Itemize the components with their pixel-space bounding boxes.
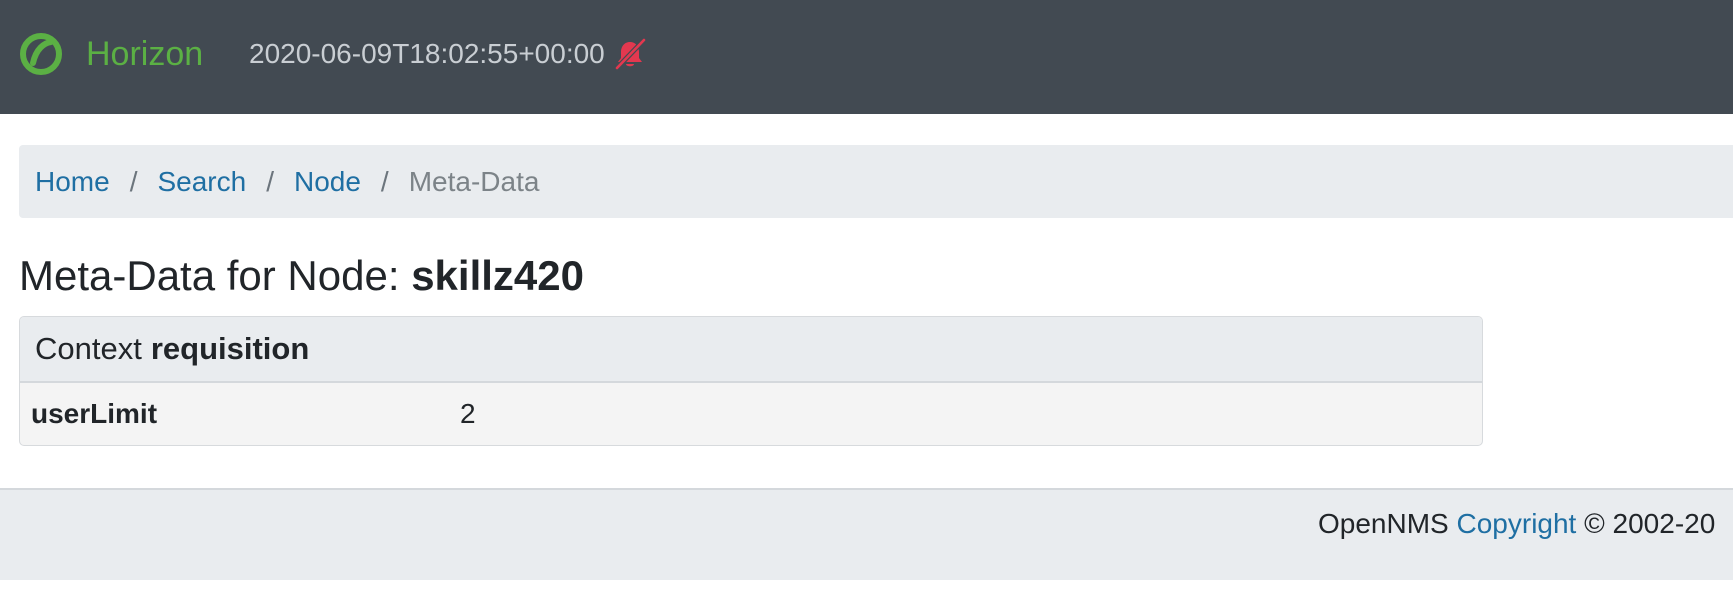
copyright-link[interactable]: Copyright bbox=[1457, 508, 1577, 539]
context-header-prefix: Context bbox=[35, 331, 142, 366]
server-time-indicator: 2020-06-09T18:02:55+00:00 bbox=[249, 34, 647, 74]
footer-suffix: © 2002-20 bbox=[1584, 508, 1716, 539]
context-name: requisition bbox=[150, 331, 310, 366]
meta-data-value: 2 bbox=[460, 398, 476, 429]
breadcrumb-search-link[interactable]: Search bbox=[157, 166, 246, 198]
breadcrumb-separator: / bbox=[380, 165, 389, 197]
node-label: skillz420 bbox=[411, 252, 584, 299]
breadcrumb: Home / Search / Node / Meta-Data bbox=[19, 145, 1733, 218]
meta-data-row: userLimit 2 bbox=[20, 383, 1482, 445]
brand-link[interactable]: Horizon bbox=[20, 30, 203, 78]
context-card: Context requisition userLimit 2 bbox=[19, 316, 1483, 446]
page-title: Meta-Data for Node: skillz420 bbox=[19, 250, 584, 302]
context-card-header: Context requisition bbox=[20, 317, 1482, 383]
meta-data-key: userLimit bbox=[31, 398, 158, 429]
opennms-logo-icon bbox=[20, 33, 62, 75]
breadcrumb-separator: / bbox=[266, 165, 274, 197]
breadcrumb-current-page: Meta-Data bbox=[408, 165, 540, 197]
page-title-prefix: Meta-Data for Node: bbox=[19, 252, 400, 299]
breadcrumb-home-link[interactable]: Home bbox=[35, 166, 110, 198]
breadcrumb-separator: / bbox=[129, 165, 138, 197]
breadcrumb-node-link[interactable]: Node bbox=[294, 166, 361, 198]
page-footer: OpenNMS Copyright © 2002-20 bbox=[0, 488, 1733, 580]
top-navbar: Horizon 2020-06-09T18:02:55+00:00 bbox=[0, 0, 1733, 114]
server-time: 2020-06-09T18:02:55+00:00 bbox=[249, 38, 605, 69]
bell-slash-icon[interactable] bbox=[613, 37, 647, 71]
footer-prefix: OpenNMS bbox=[1318, 508, 1449, 539]
brand-name: Horizon bbox=[86, 35, 204, 73]
footer-text: OpenNMS Copyright © 2002-20 bbox=[1318, 508, 1715, 540]
